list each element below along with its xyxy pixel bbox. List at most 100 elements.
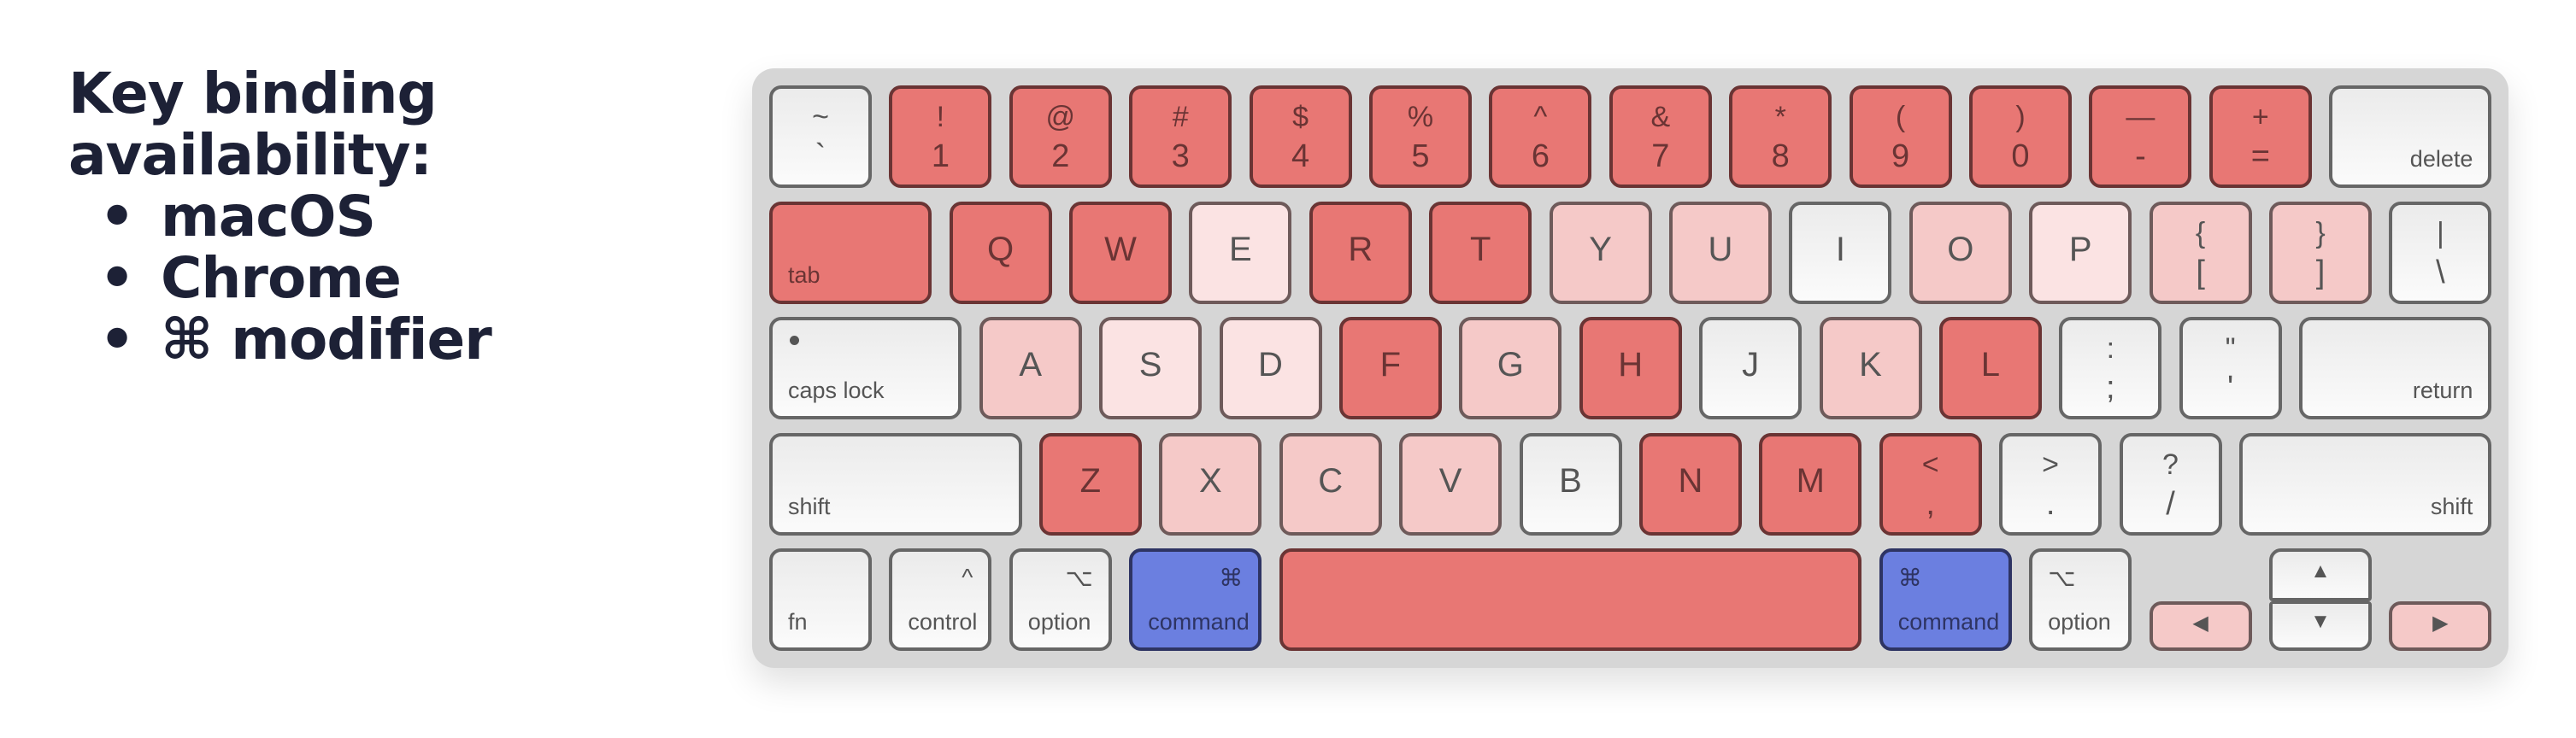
key-label: control: [908, 609, 978, 635]
key-shift-symbol: :: [2106, 332, 2115, 365]
key-shift-symbol: *: [1774, 101, 1786, 133]
key-label: delete: [2409, 146, 2473, 172]
key-letter: C: [1318, 461, 1344, 500]
key-u[interactable]: U: [1669, 201, 1772, 304]
key-control[interactable]: control ^: [889, 548, 992, 651]
key-backslash[interactable]: | \: [2389, 201, 2492, 304]
key-8[interactable]: * 8: [1729, 85, 1832, 188]
key-y[interactable]: Y: [1549, 201, 1652, 304]
key-capslock[interactable]: caps lock: [769, 317, 962, 419]
key-9[interactable]: (9: [1849, 85, 1952, 188]
key-slash[interactable]: ? /: [2119, 432, 2222, 536]
key-shift-symbol: $: [1292, 101, 1309, 133]
key-backtick[interactable]: ~ `: [769, 85, 872, 188]
key-s[interactable]: S: [1099, 317, 1203, 419]
key-fn[interactable]: fn: [769, 548, 872, 651]
key-rcommand[interactable]: command ⌘: [1879, 548, 2012, 651]
key-f[interactable]: F: [1338, 317, 1442, 419]
key-6[interactable]: ^ 6: [1489, 85, 1592, 188]
key-semicolon[interactable]: :;: [2059, 317, 2162, 419]
key-base-symbol: -: [2135, 138, 2146, 174]
key-equals[interactable]: + =: [2208, 85, 2312, 188]
key-label: tab: [788, 261, 820, 288]
key-delete[interactable]: delete: [2329, 85, 2492, 188]
key-c[interactable]: C: [1279, 432, 1382, 536]
key-base-symbol: ]: [2315, 254, 2326, 290]
key-up[interactable]: ▲: [2269, 548, 2372, 602]
key-5[interactable]: % 5: [1369, 85, 1472, 188]
key-letter: A: [1019, 346, 1043, 384]
key-base-symbol: 6: [1531, 138, 1550, 174]
key-h[interactable]: H: [1579, 317, 1682, 419]
key-letter: F: [1379, 346, 1402, 384]
key-lcommand[interactable]: command ⌘: [1129, 548, 1262, 651]
key-i[interactable]: I: [1789, 201, 1892, 304]
key-left[interactable]: ◀: [2149, 601, 2252, 651]
key-letter: Q: [987, 230, 1015, 268]
key-m[interactable]: M: [1759, 432, 1862, 536]
key-e[interactable]: E: [1189, 201, 1292, 304]
key-roption[interactable]: option ⌥: [2029, 548, 2132, 651]
key-shift-symbol: @: [1045, 101, 1076, 133]
key-loption[interactable]: option ⌥: [1009, 548, 1112, 651]
criteria-label: ⌘ modifier: [161, 307, 492, 372]
key-n[interactable]: N: [1638, 432, 1742, 536]
key-shift-symbol: }: [2315, 216, 2326, 249]
key-rshift[interactable]: shift: [2238, 432, 2492, 536]
key-base-symbol: [: [2196, 254, 2205, 290]
key-2[interactable]: @2: [1009, 85, 1112, 188]
key-r[interactable]: R: [1309, 201, 1412, 304]
key-p[interactable]: P: [2029, 201, 2132, 304]
key-k[interactable]: K: [1819, 317, 1922, 419]
key-v[interactable]: V: [1399, 432, 1503, 536]
key-t[interactable]: T: [1429, 201, 1532, 304]
key-base-symbol: 3: [1171, 138, 1190, 174]
keyboard: ~ `! 1 @2 #3 $4% 5 ^ 6 & 7 * 8(9) 0— - + = delete tab Q W E R T…: [752, 68, 2508, 668]
key-down[interactable]: ▼: [2269, 601, 2372, 651]
criteria-label: Chrome: [161, 245, 402, 311]
key-period[interactable]: >.: [1999, 432, 2103, 536]
key-base-symbol: 9: [1891, 138, 1910, 174]
key-lbracket[interactable]: {[: [2149, 201, 2252, 304]
key-tab[interactable]: tab: [769, 201, 932, 304]
key-j[interactable]: J: [1699, 317, 1803, 419]
key-o[interactable]: O: [1908, 201, 2012, 304]
key-d[interactable]: D: [1219, 317, 1322, 419]
key-w[interactable]: W: [1069, 201, 1172, 304]
left-arrow-icon: ◀: [2192, 612, 2208, 636]
key-0[interactable]: ) 0: [1969, 85, 2072, 188]
key-right[interactable]: ▶: [2389, 601, 2492, 651]
key-space[interactable]: [1279, 548, 1862, 651]
key-base-symbol: =: [2250, 138, 2270, 174]
key-base-symbol: 8: [1771, 138, 1790, 174]
command-icon: ⌘: [1897, 565, 1922, 591]
key-b[interactable]: B: [1519, 432, 1622, 536]
key-minus[interactable]: — -: [2089, 85, 2192, 188]
key-4[interactable]: $4: [1249, 85, 1352, 188]
up-arrow-icon: ▲: [2310, 559, 2331, 583]
key-z[interactable]: Z: [1038, 432, 1142, 536]
key-letter: J: [1742, 346, 1760, 384]
key-base-symbol: 2: [1051, 138, 1070, 174]
key-base-symbol: ': [2227, 370, 2234, 406]
key-3[interactable]: #3: [1129, 85, 1232, 188]
key-return[interactable]: return: [2299, 317, 2492, 419]
key-shift-symbol: +: [2251, 101, 2269, 133]
key-l[interactable]: L: [1938, 317, 2042, 419]
key-a[interactable]: A: [979, 317, 1082, 419]
key-g[interactable]: G: [1459, 317, 1562, 419]
key-lshift[interactable]: shift: [769, 432, 1022, 536]
criteria-item-chrome: • Chrome: [68, 248, 491, 309]
key-rbracket[interactable]: }]: [2269, 201, 2372, 304]
key-x[interactable]: X: [1159, 432, 1262, 536]
command-icon: ⌘: [1219, 565, 1244, 591]
key-label: return: [2412, 378, 2473, 403]
key-base-symbol: ;: [2106, 370, 2115, 406]
key-1[interactable]: ! 1: [889, 85, 992, 188]
key-7[interactable]: & 7: [1609, 85, 1712, 188]
key-quote[interactable]: " ': [2179, 317, 2282, 419]
key-base-symbol: `: [815, 138, 826, 174]
key-q[interactable]: Q: [949, 201, 1052, 304]
key-comma[interactable]: <,: [1879, 432, 1982, 536]
key-letter: B: [1559, 461, 1582, 500]
